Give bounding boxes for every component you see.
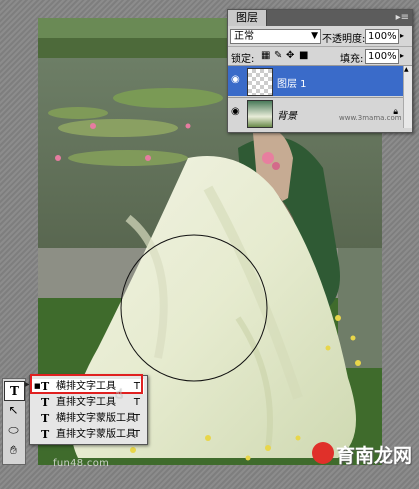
watermark-right: 育南龙网 xyxy=(312,438,412,478)
opacity-stepper-icon[interactable]: ▸ xyxy=(400,31,404,40)
tools-panel: T ↖ ⬭ ✋︎ xyxy=(2,378,26,465)
lock-move-icon[interactable]: ✥ xyxy=(286,50,294,61)
menu-item-label: 横排文字蒙版工具 xyxy=(56,413,136,424)
opacity-field[interactable]: 100% xyxy=(365,29,399,44)
layer-row-layer1[interactable]: ◉ 图层 1 xyxy=(228,66,404,96)
menu-item-horizontal-type-mask[interactable]: T 横排文字蒙版工具 T xyxy=(32,411,144,426)
panel-scrollbar[interactable]: ▲ xyxy=(403,66,412,128)
opacity-label: 不透明度: xyxy=(322,34,366,45)
vertical-type-mask-icon: T xyxy=(41,428,50,441)
site-logo-icon xyxy=(312,442,334,464)
menu-item-shortcut: T xyxy=(133,413,140,424)
highlight-annotation-box xyxy=(30,374,143,394)
blend-row: 正常 ▼ 不透明度: 100% ▸ xyxy=(228,26,412,47)
menu-item-label: 直排文字蒙版工具 xyxy=(56,429,136,440)
watermark-left: fun48.com xyxy=(53,458,110,469)
tab-layers[interactable]: 图层 xyxy=(228,10,267,26)
lock-label: 锁定: xyxy=(231,54,255,65)
type-mask-icon: T xyxy=(41,412,50,425)
eye-icon[interactable]: ◉ xyxy=(231,107,243,117)
menu-item-label: 直排文字工具 xyxy=(56,397,116,408)
menu-item-vertical-type[interactable]: T 直排文字工具 T xyxy=(32,395,144,410)
lock-brush-icon[interactable]: ✎ xyxy=(274,50,282,61)
layer-row-background[interactable]: ◉ 背景 🔒︎ xyxy=(228,97,404,128)
layer-name: 图层 1 xyxy=(277,79,307,90)
scroll-up-icon[interactable]: ▲ xyxy=(404,66,409,73)
watermark-right-text: 育南龙网 xyxy=(336,445,413,467)
hand-tool-icon[interactable]: ✋︎ xyxy=(4,441,23,459)
panel-tab-bar: 图层 ▸≡ xyxy=(228,10,412,26)
lock-all-icon[interactable]: ■ xyxy=(299,50,308,61)
fill-label: 填充: xyxy=(340,54,364,65)
blend-mode-value: 正常 xyxy=(234,31,254,42)
watermark-panel: www.3mama.com xyxy=(339,114,402,122)
pointer-hand-icon: ☝︎ xyxy=(115,387,123,402)
chevron-down-icon: ▼ xyxy=(311,31,318,41)
eye-icon[interactable]: ◉ xyxy=(231,75,243,85)
menu-item-shortcut: T xyxy=(133,429,140,440)
vertical-type-icon: T xyxy=(41,396,50,409)
menu-item-vertical-type-mask[interactable]: T 直排文字蒙版工具 T xyxy=(32,427,144,442)
lock-transparency-icon[interactable]: ▦ xyxy=(261,50,270,61)
type-tool-button[interactable]: T xyxy=(4,381,25,401)
layer-thumbnail xyxy=(247,100,273,128)
lock-row: 锁定: ▦ ✎ ✥ ■ 填充: 100% ▸ xyxy=(228,47,412,66)
blend-mode-select[interactable]: 正常 ▼ xyxy=(230,29,321,44)
layer-thumbnail xyxy=(247,68,273,96)
layer-name: 背景 xyxy=(277,111,297,122)
ellipse-tool-icon[interactable]: ⬭ xyxy=(4,421,23,439)
path-selection-tool-icon[interactable]: ↖ xyxy=(4,401,23,419)
menu-item-shortcut: T xyxy=(133,397,140,408)
fill-stepper-icon[interactable]: ▸ xyxy=(400,51,404,60)
fill-field[interactable]: 100% xyxy=(365,49,399,64)
panel-menu-icon[interactable]: ▸≡ xyxy=(396,12,409,23)
